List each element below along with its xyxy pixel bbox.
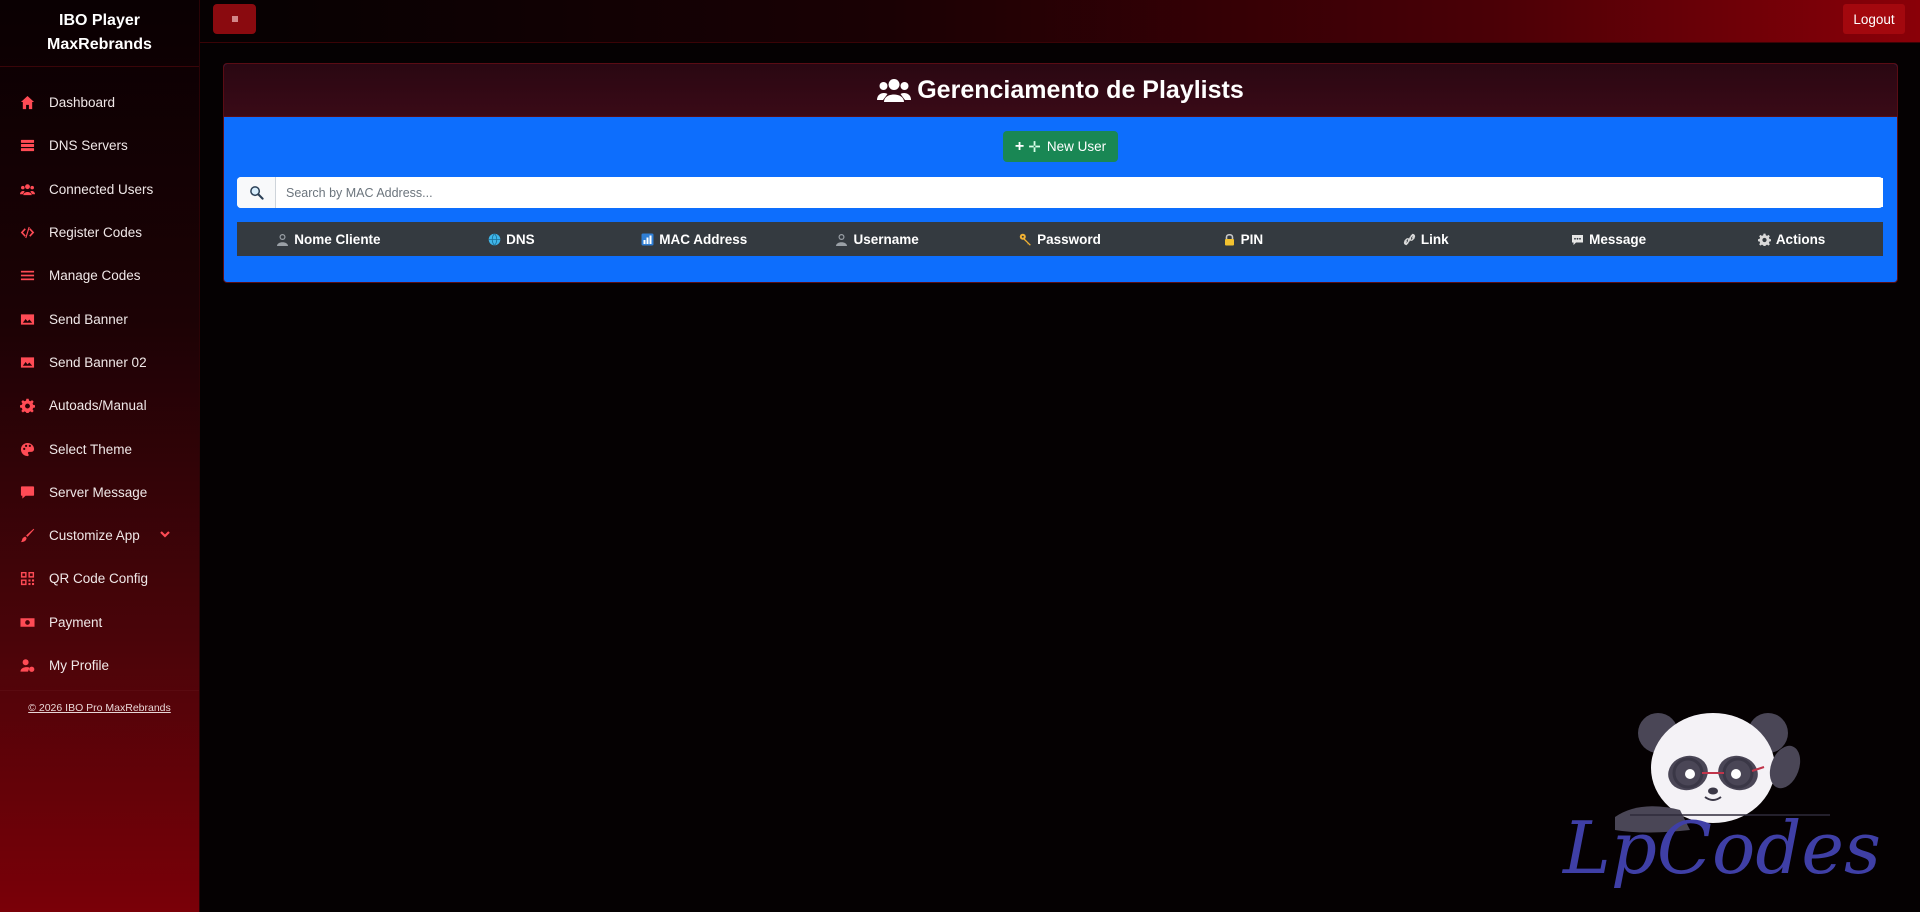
user-gear-icon xyxy=(19,658,35,674)
column-label: Message xyxy=(1589,231,1647,247)
brand-logo[interactable]: IBO Player MaxRebrands xyxy=(0,0,199,67)
sidebar-item-label: Send Banner xyxy=(49,311,128,327)
lpcodes-watermark: LpCodes xyxy=(1550,705,1895,890)
column-header-link[interactable]: Link xyxy=(1334,232,1517,247)
users-icon xyxy=(19,181,35,197)
column-header-message[interactable]: Message xyxy=(1517,232,1700,247)
watermark-text: LpCodes xyxy=(1561,806,1881,890)
list-icon xyxy=(19,268,35,284)
card-header: Gerenciamento de Playlists xyxy=(224,64,1897,117)
server-icon xyxy=(19,138,35,154)
sidebar-item-send-banner[interactable]: Send Banner xyxy=(0,297,199,340)
panda-mascot-icon: LpCodes xyxy=(1561,713,1881,890)
sidebar-item-label: Select Theme xyxy=(49,441,133,457)
column-label: DNS xyxy=(506,231,535,247)
sidebar-item-label: Payment xyxy=(49,614,103,630)
column-label: Password xyxy=(1037,231,1101,247)
sidebar-item-autoads-manual[interactable]: Autoads/Manual xyxy=(0,384,199,427)
column-label: Username xyxy=(853,231,919,247)
column-header-mac-address[interactable]: MAC Address xyxy=(603,232,786,247)
sidebar-item-connected-users[interactable]: Connected Users xyxy=(0,168,199,211)
brand-line-2: MaxRebrands xyxy=(47,36,152,53)
footer-copyright-link[interactable]: © 2026 IBO Pro MaxRebrands xyxy=(0,702,199,714)
home-icon xyxy=(19,95,35,111)
chevron-down-icon[interactable] xyxy=(159,528,171,540)
table-header: Nome Cliente DNS MAC Address Username Pa… xyxy=(237,222,1883,256)
column-label: Link xyxy=(1420,231,1449,247)
image-icon xyxy=(19,354,35,370)
column-label: Nome Cliente xyxy=(294,231,381,247)
code-icon xyxy=(19,225,35,241)
new-user-button[interactable]: + ✛ New User xyxy=(1003,131,1118,162)
brush-icon xyxy=(19,528,35,544)
search-icon xyxy=(237,177,276,208)
sidebar-item-label: Server Message xyxy=(49,484,148,500)
column-header-nome-cliente[interactable]: Nome Cliente xyxy=(237,232,420,247)
sidebar-item-select-theme[interactable]: Select Theme xyxy=(0,427,199,470)
sidebar-item-label: My Profile xyxy=(49,658,110,673)
sidebar-item-payment[interactable]: Payment xyxy=(0,601,199,644)
key-icon xyxy=(1019,233,1032,246)
chart-icon xyxy=(641,233,654,246)
sidebar-item-label: Connected Users xyxy=(49,181,154,197)
plus-outline-icon: ✛ xyxy=(1028,138,1041,156)
sidebar: IBO Player MaxRebrands Dashboard DNS Ser… xyxy=(0,0,200,912)
topbar: Logout xyxy=(200,0,1920,43)
link-icon xyxy=(1403,233,1416,246)
speech-bubble-icon xyxy=(1571,233,1584,246)
sidebar-item-qr-code-config[interactable]: QR Code Config xyxy=(0,557,199,600)
globe-icon xyxy=(488,232,501,246)
sidebar-toggle-button[interactable] xyxy=(213,4,256,34)
playlist-card: Gerenciamento de Playlists + ✛ New User … xyxy=(223,63,1898,283)
sidebar-item-register-codes[interactable]: Register Codes xyxy=(0,211,199,254)
new-user-label: New User xyxy=(1046,139,1107,154)
qrcode-icon xyxy=(19,571,35,587)
column-label: MAC Address xyxy=(659,231,748,247)
lock-icon xyxy=(1223,233,1236,246)
sidebar-item-customize-app[interactable]: Customize App xyxy=(0,514,199,557)
search-bar xyxy=(237,177,1883,208)
column-label: PIN xyxy=(1240,231,1264,247)
sidebar-item-label: Autoads/Manual xyxy=(49,398,147,414)
brand-line-1: IBO Player xyxy=(59,12,140,29)
sidebar-item-label: Dashboard xyxy=(49,95,116,111)
sidebar-item-send-banner-02[interactable]: Send Banner 02 xyxy=(0,341,199,384)
menu-icon xyxy=(230,14,240,24)
plus-icon: + xyxy=(1014,137,1025,155)
image-icon xyxy=(19,311,35,327)
sidebar-item-label: Send Banner 02 xyxy=(49,354,147,370)
column-header-username[interactable]: Username xyxy=(786,232,969,247)
sidebar-item-label: QR Code Config xyxy=(49,571,149,587)
money-icon xyxy=(19,614,35,630)
sidebar-item-dns-servers[interactable]: DNS Servers xyxy=(0,124,199,167)
sidebar-nav: Dashboard DNS Servers Connected Users Re… xyxy=(0,67,199,687)
sidebar-item-label: Customize App xyxy=(49,528,140,544)
column-header-dns[interactable]: DNS xyxy=(420,232,603,247)
sidebar-divider xyxy=(0,690,199,692)
gear-icon xyxy=(19,398,35,414)
person-icon xyxy=(276,233,289,246)
column-header-pin[interactable]: PIN xyxy=(1151,232,1334,247)
column-header-password[interactable]: Password xyxy=(969,232,1152,247)
person-icon xyxy=(835,233,848,246)
message-icon xyxy=(19,484,35,500)
palette-icon xyxy=(19,441,35,457)
users-icon xyxy=(877,77,912,103)
column-header-actions[interactable]: Actions xyxy=(1700,232,1883,247)
sidebar-item-manage-codes[interactable]: Manage Codes xyxy=(0,254,199,297)
sidebar-item-dashboard[interactable]: Dashboard xyxy=(0,81,199,124)
column-label: Actions xyxy=(1775,231,1826,247)
page-title: Gerenciamento de Playlists xyxy=(917,75,1244,104)
search-input[interactable] xyxy=(276,178,1883,207)
gear-icon xyxy=(1757,233,1771,246)
sidebar-item-label: Manage Codes xyxy=(49,268,141,284)
sidebar-item-server-message[interactable]: Server Message xyxy=(0,471,199,514)
sidebar-item-label: Register Codes xyxy=(49,225,143,241)
sidebar-item-my-profile[interactable]: My Profile xyxy=(0,644,199,687)
logout-button[interactable]: Logout xyxy=(1843,4,1905,34)
sidebar-item-label: DNS Servers xyxy=(49,138,128,154)
